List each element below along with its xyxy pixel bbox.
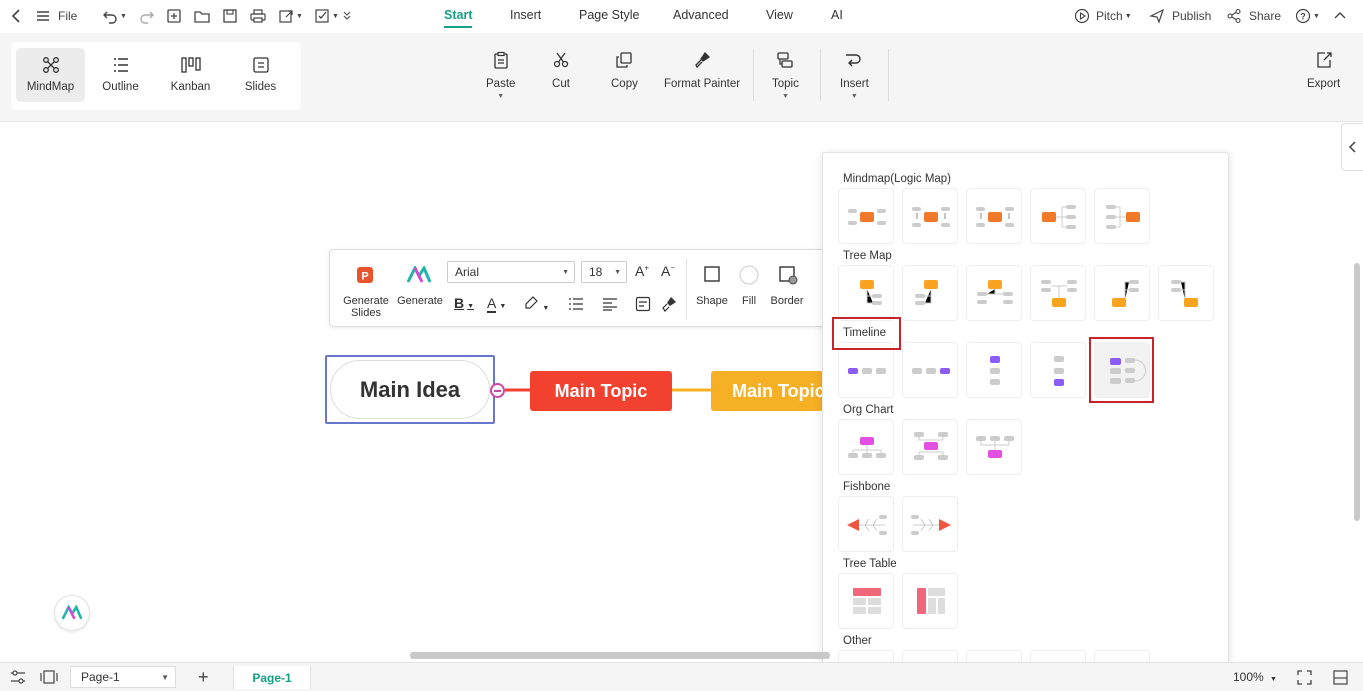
layout-tile[interactable] xyxy=(1030,342,1086,398)
main-topic-node[interactable]: Main Topic xyxy=(530,371,672,411)
layout-tile[interactable] xyxy=(902,496,958,552)
tree-map-layout-icon xyxy=(860,280,882,305)
layout-tile[interactable] xyxy=(838,573,894,629)
tree-map-layout-icon xyxy=(1041,280,1077,307)
section-title-fishbone: Fishbone xyxy=(843,481,891,493)
timeline-title-highlight-box xyxy=(832,317,901,350)
section-title-other: Other xyxy=(843,635,872,647)
section-title-org-chart: Org Chart xyxy=(843,404,894,416)
main-topic-node[interactable]: Main Topic xyxy=(711,371,823,411)
section-title-mindmap: Mindmap(Logic Map) xyxy=(843,173,952,185)
layout-tile[interactable] xyxy=(966,188,1022,244)
ai-logo-icon xyxy=(61,605,83,620)
page-select[interactable]: Page-1 ▼ xyxy=(70,666,176,688)
page-select-value: Page-1 xyxy=(81,670,120,684)
section-title-tree-table: Tree Table xyxy=(843,558,897,570)
section-title-tree-map: Tree Map xyxy=(843,250,892,262)
horizontal-scrollbar[interactable] xyxy=(410,652,830,659)
minimize-panel-icon xyxy=(1333,670,1348,685)
timeline-tile-highlight-box xyxy=(1089,337,1154,403)
fullscreen-button[interactable] xyxy=(1333,670,1348,688)
org-chart-layout-icon xyxy=(848,437,886,458)
page-panel-icon xyxy=(40,670,58,684)
layout-tile[interactable] xyxy=(838,419,894,475)
timeline-layout-icon xyxy=(1054,356,1064,386)
mindmap-layout-icon xyxy=(1042,205,1076,229)
status-bar: Page-1 ▼ + Page-1 100% ▼ xyxy=(0,662,1363,691)
right-panel-toggle[interactable] xyxy=(1341,123,1363,171)
layout-tile[interactable] xyxy=(838,342,894,398)
mindmap-layout-icon xyxy=(976,207,1014,227)
layout-tile[interactable] xyxy=(1030,265,1086,321)
org-chart-layout-icon xyxy=(914,432,948,460)
fishbone-layout-icon xyxy=(911,515,951,535)
layout-tile[interactable] xyxy=(838,496,894,552)
fit-screen-button[interactable] xyxy=(1297,670,1312,688)
page-panel-button[interactable] xyxy=(40,670,58,687)
timeline-layout-icon xyxy=(912,368,950,374)
layout-tile[interactable] xyxy=(902,419,958,475)
minus-icon xyxy=(494,389,501,392)
chevron-down-icon: ▼ xyxy=(1270,676,1277,683)
sliders-icon xyxy=(11,670,25,684)
add-page-button[interactable]: + xyxy=(198,668,209,686)
plus-icon: + xyxy=(198,667,209,687)
layout-tile[interactable] xyxy=(902,188,958,244)
layout-tile[interactable] xyxy=(966,342,1022,398)
layout-tile[interactable] xyxy=(1094,188,1150,244)
mindmap-layout-icon xyxy=(848,209,886,225)
zoom-value: 100% xyxy=(1233,670,1264,684)
chevron-down-icon: ▼ xyxy=(161,673,169,682)
layout-tile[interactable] xyxy=(1158,265,1214,321)
org-chart-layout-icon xyxy=(976,436,1014,458)
tree-map-layout-icon xyxy=(1112,280,1139,307)
main-idea-node[interactable]: Main Idea xyxy=(330,360,490,419)
mindmap-layout-icon xyxy=(1106,205,1140,229)
tree-table-layout-icon xyxy=(853,588,881,614)
timeline-layout-icon xyxy=(848,368,886,374)
tree-table-layout-icon xyxy=(917,588,945,614)
fishbone-layout-icon xyxy=(847,515,887,535)
layout-tile[interactable] xyxy=(966,265,1022,321)
layout-tile[interactable] xyxy=(902,342,958,398)
chevron-left-icon xyxy=(1348,141,1356,153)
page-tab-active[interactable]: Page-1 xyxy=(233,666,311,689)
collapse-branch-button[interactable] xyxy=(490,383,505,398)
layout-structure-panel: Mindmap(Logic Map) Tree Map Timeline Org… xyxy=(822,152,1229,691)
layout-tile[interactable] xyxy=(902,573,958,629)
zoom-select[interactable]: 100% ▼ xyxy=(1233,670,1277,684)
layout-tile[interactable] xyxy=(902,265,958,321)
layout-tile[interactable] xyxy=(838,265,894,321)
page-settings-button[interactable] xyxy=(10,670,26,687)
layout-tile[interactable] xyxy=(1030,188,1086,244)
tree-map-layout-icon xyxy=(977,280,1013,304)
tree-map-layout-icon xyxy=(1171,280,1198,307)
vertical-scrollbar[interactable] xyxy=(1354,263,1360,521)
layout-tile[interactable] xyxy=(1094,265,1150,321)
layout-tile[interactable] xyxy=(838,188,894,244)
mindmap-layout-icon xyxy=(912,207,950,227)
ai-assistant-button[interactable] xyxy=(54,595,90,631)
layout-tile[interactable] xyxy=(966,419,1022,475)
timeline-layout-icon xyxy=(990,356,1000,385)
tree-map-layout-icon xyxy=(915,280,938,305)
fit-screen-icon xyxy=(1297,670,1312,685)
